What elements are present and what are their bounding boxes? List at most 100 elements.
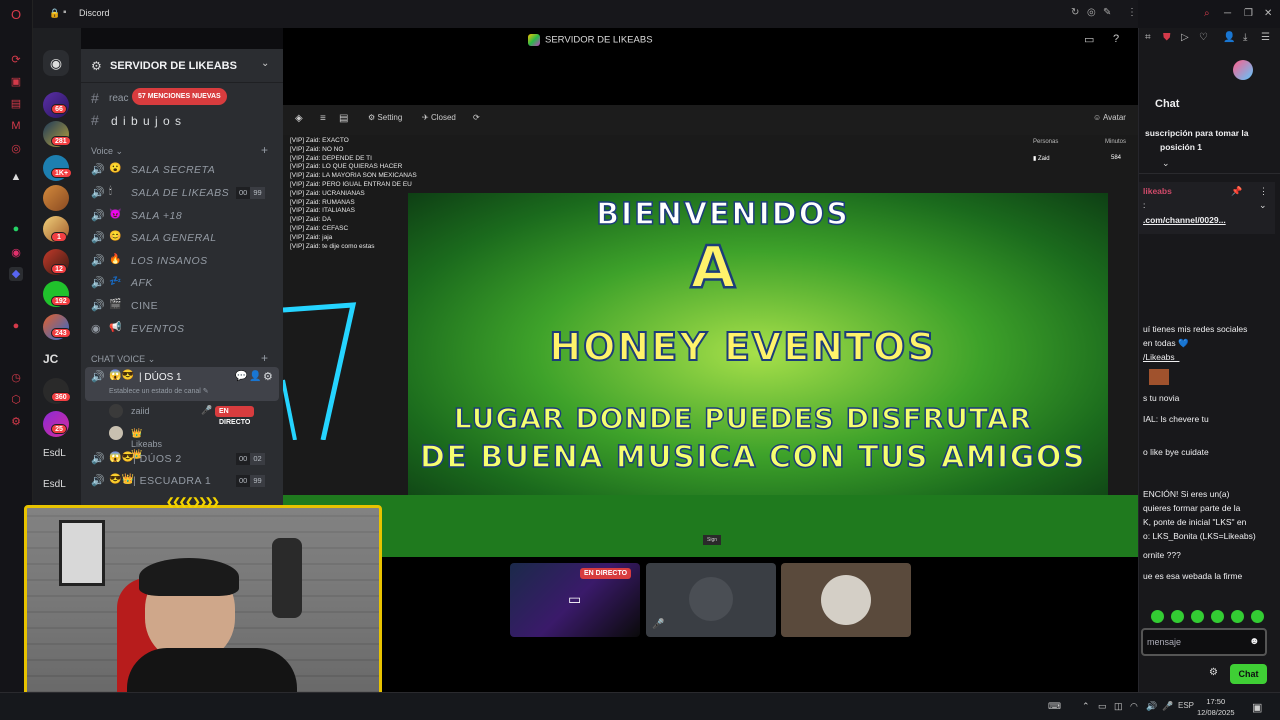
heart-icon[interactable]: ♡ bbox=[1199, 32, 1208, 43]
avatar-button[interactable]: ☺ Avatar bbox=[1093, 113, 1126, 122]
restore-icon[interactable]: ❐ bbox=[1244, 8, 1253, 19]
pinned-link[interactable]: .com/channel/0029... bbox=[1143, 215, 1226, 225]
add-channel-icon[interactable]: + bbox=[261, 143, 268, 157]
search-icon[interactable]: ⌕ bbox=[1204, 8, 1210, 19]
crop-icon[interactable]: ⌗ bbox=[1145, 32, 1151, 43]
emote-icon[interactable] bbox=[1231, 610, 1244, 623]
more-icon[interactable]: ⋮ bbox=[1127, 7, 1137, 18]
language-indicator[interactable]: ESP bbox=[1178, 701, 1194, 710]
voice-channel[interactable]: 🔊 😮 SALA SECRETA bbox=[81, 159, 283, 181]
user-icon[interactable]: 👤 bbox=[1223, 32, 1235, 43]
emote-icon[interactable] bbox=[1211, 610, 1224, 623]
more-icon[interactable]: ⋮ bbox=[1259, 186, 1268, 197]
channel-status[interactable]: Establece un estado de canal ✎ bbox=[109, 387, 209, 395]
clock[interactable]: 17:50 12/08/2025 bbox=[1197, 696, 1235, 718]
reload-icon[interactable]: ↻ bbox=[1071, 7, 1079, 18]
emote-icon[interactable] bbox=[1171, 610, 1184, 623]
gear-icon[interactable]: ⚙ bbox=[263, 370, 273, 383]
microphone-icon[interactable]: 🎤 bbox=[1162, 701, 1173, 712]
refresh-icon[interactable]: ⟳ bbox=[473, 113, 480, 122]
play-icon[interactable]: ▷ bbox=[1181, 32, 1189, 43]
voice-channel[interactable]: 🔊 🕯 SALA DE LIKEABS 00 99 bbox=[81, 182, 283, 204]
battery-icon[interactable]: ▭ bbox=[1098, 701, 1107, 712]
message-icon[interactable]: ▤ bbox=[339, 113, 348, 124]
voice-channel[interactable]: 🔊 🎬 CINE bbox=[81, 295, 283, 317]
voice-channel[interactable]: ◉ 📢 EVENTOS bbox=[81, 318, 283, 340]
bag-icon[interactable]: ▣ bbox=[9, 75, 23, 89]
close-icon[interactable]: ✕ bbox=[1264, 8, 1272, 19]
settings-icon[interactable]: ⚙ bbox=[9, 415, 23, 429]
menu-icon[interactable]: ☰ bbox=[1261, 32, 1270, 43]
voice-channel[interactable]: 🔊 🔥 LOS INSANOS bbox=[81, 250, 283, 272]
voice-channel-duos1[interactable]: 🔊 😱😎 | DÚOS 1 Establece un estado de can… bbox=[85, 367, 279, 401]
stream-thumbnail[interactable]: EN DIRECTO ▭ bbox=[510, 563, 640, 637]
minimize-icon[interactable]: ─ bbox=[1224, 8, 1231, 19]
user-thumbnail[interactable]: 🎤 bbox=[646, 563, 776, 637]
chevron-up-icon[interactable]: ⌃ bbox=[1082, 701, 1090, 712]
profile-avatar[interactable] bbox=[1233, 60, 1253, 80]
add-channel-icon[interactable]: + bbox=[261, 351, 268, 365]
discord-sidebar-icon[interactable]: ◆ bbox=[9, 267, 23, 281]
chat-bubble-icon[interactable]: 💬 bbox=[235, 371, 247, 382]
emote-icon[interactable] bbox=[1191, 610, 1204, 623]
add-user-icon[interactable]: 👤 bbox=[249, 371, 261, 382]
chat-settings-icon[interactable]: ⚙ bbox=[1209, 667, 1218, 678]
pin-icon[interactable]: 📌 bbox=[1231, 186, 1242, 197]
crypto-icon[interactable]: ◎ bbox=[9, 142, 23, 156]
clock-icon[interactable]: ◷ bbox=[9, 371, 23, 385]
notification-icon[interactable]: ▣ bbox=[1252, 701, 1262, 714]
voice-channel[interactable]: 🔊 💤 AFK bbox=[81, 272, 283, 294]
collapse-icon[interactable]: ⌄ bbox=[1162, 158, 1170, 169]
server-settings-icon[interactable]: ⚙ bbox=[91, 59, 102, 73]
server-esdl[interactable]: EsdL bbox=[43, 479, 66, 490]
server-esdl[interactable]: EsdL bbox=[43, 448, 66, 459]
voice-channel[interactable]: 🔊 😊 SALA GENERAL bbox=[81, 227, 283, 249]
screen-icon[interactable]: ▭ bbox=[1084, 33, 1094, 46]
instagram-icon[interactable]: ◉ bbox=[9, 246, 23, 260]
aria-icon[interactable]: ▲ bbox=[9, 170, 23, 184]
shield-icon[interactable]: ⛊ bbox=[1163, 32, 1171, 43]
server-icon[interactable] bbox=[43, 185, 69, 211]
emoji-icon[interactable]: ☻ bbox=[1249, 636, 1260, 647]
record-icon[interactable]: ● bbox=[9, 319, 23, 333]
stream-video[interactable]: ◈ ≡ ▤ ⚙ Setting ✈ Closed ⟳ ☺ Avatar [VIP… bbox=[283, 105, 1138, 557]
history-icon[interactable]: ⟳ bbox=[9, 53, 23, 67]
network-icon[interactable]: ◫ bbox=[1114, 701, 1123, 712]
voice-channel-escuadra1[interactable]: 🔊 😎👑 | ESCUADRA 1 00 99 bbox=[81, 470, 283, 492]
server-jc[interactable]: JC bbox=[43, 352, 58, 366]
logo-icon[interactable]: ◈ bbox=[295, 113, 303, 124]
emote-icon[interactable] bbox=[1251, 610, 1264, 623]
volume-icon[interactable]: 🔊 bbox=[1146, 701, 1157, 712]
download-icon[interactable]: ⤓ bbox=[1243, 32, 1247, 43]
camera-icon[interactable]: ◎ bbox=[1087, 7, 1096, 18]
channel-reac[interactable]: reac bbox=[109, 93, 128, 104]
emote-icon[interactable] bbox=[1151, 610, 1164, 623]
extensions-icon[interactable]: ⬡ bbox=[9, 393, 23, 407]
chevron-down-icon[interactable]: ⌄ bbox=[1259, 200, 1267, 211]
voice-channel[interactable]: 🔊 😈 SALA +18 bbox=[81, 205, 283, 227]
setting-button[interactable]: ⚙ Setting bbox=[368, 113, 402, 122]
chat-send-button[interactable]: Chat bbox=[1230, 664, 1267, 684]
pin-icon[interactable]: ✎ bbox=[1103, 7, 1111, 18]
menu-icon[interactable]: ≡ bbox=[320, 113, 326, 124]
chat-message[interactable]: /Likeabs_ bbox=[1143, 351, 1277, 364]
channel-dibujos[interactable]: d i b u j o s bbox=[111, 114, 182, 128]
chat-voice-category[interactable]: CHAT VOICE ⌄ bbox=[91, 354, 155, 365]
voice-channel-duos2[interactable]: 🔊 😱😎 | DÚOS 2 00 02 bbox=[81, 448, 283, 470]
sign-label[interactable]: Sign bbox=[703, 535, 722, 545]
user-thumbnail[interactable] bbox=[781, 563, 911, 637]
closed-button[interactable]: ✈ Closed bbox=[422, 113, 456, 122]
help-icon[interactable]: ? bbox=[1113, 33, 1119, 45]
voice-category[interactable]: Voice ⌄ bbox=[91, 146, 123, 157]
chat-input[interactable]: mensaje ☻ bbox=[1141, 628, 1267, 656]
player-icon[interactable]: ▤ bbox=[9, 97, 23, 111]
mail-icon[interactable]: M bbox=[9, 119, 23, 133]
mentions-pill[interactable]: 57 MENCIONES NUEVAS bbox=[132, 88, 227, 105]
wifi-icon[interactable]: ◠ bbox=[1130, 701, 1138, 712]
server-header[interactable]: ⚙ SERVIDOR DE LIKEABS ⌄ bbox=[81, 49, 283, 83]
opera-logo-icon[interactable]: O bbox=[9, 8, 23, 22]
discord-home-icon[interactable]: ◉ bbox=[43, 50, 69, 76]
chevron-down-icon[interactable]: ⌄ bbox=[261, 58, 269, 69]
whatsapp-icon[interactable]: ● bbox=[9, 222, 23, 236]
keyboard-icon[interactable]: ⌨ bbox=[1048, 701, 1061, 712]
